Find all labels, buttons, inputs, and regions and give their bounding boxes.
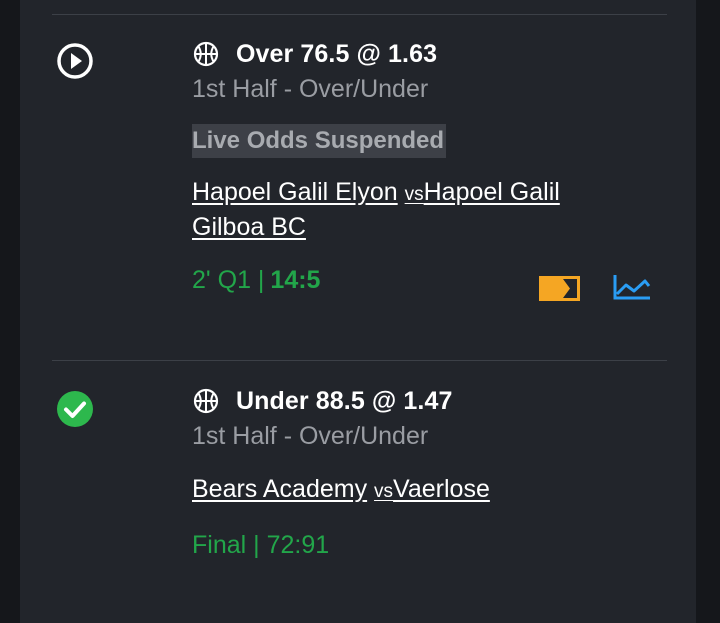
vs-label: vs xyxy=(374,481,394,502)
home-team[interactable]: Bears Academy xyxy=(192,475,367,503)
bet-selection: Over 76.5 @ 1.63 xyxy=(236,39,438,68)
suspended-badge: Live Odds Suspended xyxy=(192,124,447,158)
basketball-icon xyxy=(192,387,220,415)
match-link[interactable]: Hapoel Galil Elyon vsHapoel Galil Gilboa… xyxy=(192,176,632,244)
final-score: Final | 72:91 xyxy=(192,528,632,562)
stats-chart-icon[interactable] xyxy=(612,273,652,301)
bet-market: 1st Half - Over/Under xyxy=(192,422,429,450)
home-team[interactable]: Hapoel Galil Elyon xyxy=(192,178,398,206)
play-circle-icon[interactable] xyxy=(55,41,95,81)
score: 14:5 xyxy=(270,265,321,294)
bet-selection: Under 88.5 @ 1.47 xyxy=(236,386,453,415)
match-time: 2' Q1 | xyxy=(192,265,265,294)
live-stream-icon[interactable] xyxy=(539,276,581,302)
bet-market: 1st Half - Over/Under xyxy=(192,75,429,103)
bet-history-panel: Over 76.5 @ 1.63 1st Half - Over/Under L… xyxy=(20,0,696,623)
match-link[interactable]: Bears Academy vsVaerlose xyxy=(192,473,632,508)
divider xyxy=(52,14,667,15)
check-circle-icon xyxy=(55,389,95,429)
away-team[interactable]: Vaerlose xyxy=(393,475,490,503)
basketball-icon xyxy=(192,40,220,68)
final-result: Final | 72:91 xyxy=(192,530,330,559)
divider xyxy=(52,360,667,361)
vs-label: vs xyxy=(404,184,424,205)
